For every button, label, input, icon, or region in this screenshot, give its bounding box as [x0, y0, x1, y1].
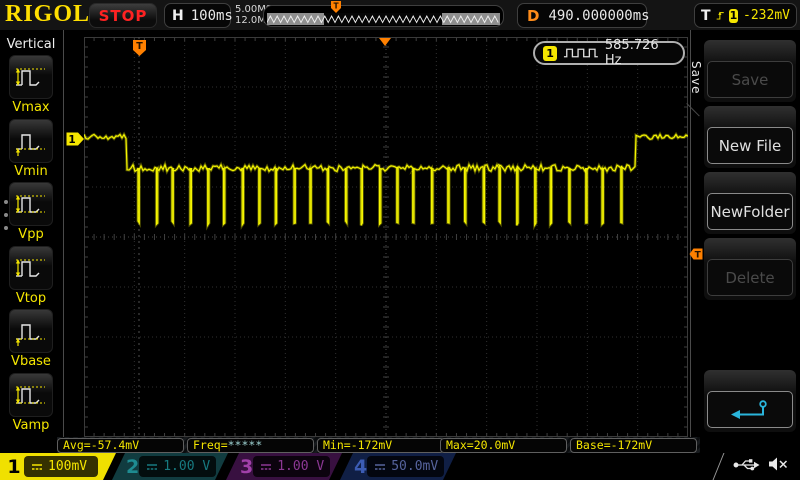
rising-edge-icon	[716, 11, 724, 20]
trigger-position-marker-icon[interactable]: T	[330, 0, 342, 14]
trigger-source-badge: 1	[728, 8, 739, 23]
svg-text:T: T	[695, 250, 702, 260]
return-button[interactable]	[704, 370, 796, 432]
channel-2-tab[interactable]: 2 1.00 V	[112, 453, 228, 480]
menu-item-vtop[interactable]: Vtop	[0, 245, 62, 306]
menu-item-vamp[interactable]: Vamp	[0, 372, 62, 433]
vmax-icon[interactable]	[9, 55, 53, 99]
vmin-icon[interactable]	[9, 118, 53, 163]
svg-text:T: T	[333, 2, 339, 11]
run-state-label: STOP	[98, 6, 148, 25]
button-label: Save	[731, 70, 769, 89]
channel-3-tab[interactable]: 3 1.00 V	[226, 453, 342, 480]
menu-item-label: Vtop	[15, 290, 47, 306]
svg-text:1: 1	[68, 134, 75, 146]
trigger-label: T	[701, 7, 711, 24]
measurement-freq: Freq=*****	[187, 438, 314, 453]
vtop-icon[interactable]	[9, 245, 53, 290]
square-wave-icon	[564, 48, 598, 58]
top-bar: RIGOL STOP H 100ms 5.00MSa/s 12.0M pts T…	[0, 0, 800, 30]
measurement-min: Min=-172mV	[317, 438, 444, 453]
channel-scale-value: 100mV	[48, 459, 88, 474]
channel-number: 1	[7, 455, 21, 478]
button-label: NewFolder	[710, 202, 790, 221]
timebase-value: 100ms	[190, 7, 233, 24]
graticule-grid	[82, 36, 689, 438]
dc-coupling-icon	[145, 461, 159, 473]
record-strip	[267, 13, 500, 25]
channel-number: 4	[354, 455, 368, 478]
channel-1-tab[interactable]: 1 100mV	[0, 453, 116, 480]
vamp-icon[interactable]	[9, 372, 53, 417]
trigger-level-value: -232mV	[743, 8, 790, 23]
return-arrow-icon	[731, 399, 767, 419]
trigger-level-marker[interactable]: T	[689, 248, 703, 260]
delay-label: D	[527, 6, 540, 25]
menu-item-label: Vmax	[12, 100, 50, 115]
dc-coupling-icon	[30, 461, 44, 473]
menu-item-label: Vmin	[14, 163, 48, 179]
trigger-delay-box[interactable]: D 490.000000ms	[517, 3, 650, 28]
menu-tab-save: Save	[689, 61, 703, 95]
delete-button[interactable]: Delete	[704, 238, 796, 300]
vpp-icon[interactable]	[9, 182, 53, 226]
menu-item-vmin[interactable]: Vmin	[0, 118, 62, 179]
menu-scroll-dots	[4, 200, 8, 239]
channel-scale-box: 50.0mV	[367, 456, 444, 477]
dc-coupling-icon	[259, 461, 273, 473]
waveform-display	[82, 36, 689, 438]
menu-item-label: Vpp	[18, 227, 44, 242]
vbase-icon[interactable]	[9, 309, 53, 353]
run-state-indicator: STOP	[89, 3, 157, 28]
menu-item-vbase[interactable]: Vbase	[0, 309, 62, 369]
newfolder-button[interactable]: NewFolder	[704, 172, 796, 234]
trigger-settings-box[interactable]: T 1 -232mV	[694, 3, 797, 28]
brand-logo: RIGOL	[5, 1, 91, 27]
channel-scale-box: 1.00 V	[139, 456, 216, 477]
delay-value: 490.000000ms	[548, 7, 650, 24]
frequency-counter: 1 585.726 Hz	[533, 38, 685, 68]
oscilloscope-screen: RIGOL STOP H 100ms 5.00MSa/s 12.0M pts T…	[0, 0, 800, 480]
channel-status-bar: 1 100mV 2 1.00 V 3 1.00 V 4 50.0mV	[0, 453, 800, 480]
measurement-base: Base=-172mV	[570, 438, 697, 453]
channel-scale-box: 1.00 V	[253, 456, 330, 477]
record-waveform-icon	[267, 15, 499, 24]
channel-scale-value: 1.00 V	[163, 459, 211, 474]
channel-scale-value: 50.0mV	[391, 459, 439, 474]
channel1-trace	[82, 131, 689, 231]
channel-number: 3	[240, 455, 254, 478]
save-button[interactable]: Save	[704, 40, 796, 102]
channel-number: 2	[126, 455, 140, 478]
speaker-muted-icon	[769, 457, 788, 471]
button-label: Delete	[725, 268, 775, 287]
menu-item-vmax[interactable]: Vmax	[0, 55, 62, 115]
delay-center-marker-icon	[379, 38, 391, 46]
usb-icon	[733, 458, 760, 470]
measurement-max: Max=20.0mV	[440, 438, 567, 453]
horizontal-position-bar[interactable]: T	[263, 1, 504, 27]
menu-item-label: Vbase	[11, 354, 51, 369]
horizontal-timebase-box[interactable]: H 100ms	[164, 3, 233, 28]
channel-4-tab[interactable]: 4 50.0mV	[340, 453, 456, 480]
new-file-button[interactable]: New File	[704, 106, 796, 168]
dc-coupling-icon	[373, 461, 387, 473]
horizontal-label: H	[172, 7, 184, 24]
trigger-position-flag[interactable]: T	[132, 39, 147, 57]
channel1-level-marker[interactable]: 1	[66, 132, 85, 146]
button-label: New File	[718, 136, 782, 155]
system-status-icons	[733, 456, 789, 472]
left-menu-divider	[63, 30, 64, 452]
channel-scale-value: 1.00 V	[277, 459, 325, 474]
svg-text:T: T	[136, 41, 143, 52]
measurement-avg: Avg=-57.4mV	[57, 438, 184, 453]
menu-item-label: Vamp	[12, 417, 50, 433]
counter-source-badge: 1	[543, 45, 558, 61]
counter-value: 585.726 Hz	[604, 38, 659, 68]
left-menu-title: Vertical	[6, 37, 56, 52]
menu-item-vpp[interactable]: Vpp	[0, 182, 62, 242]
save-tab-edge	[686, 103, 700, 117]
channel-scale-box: 100mV	[24, 456, 98, 477]
